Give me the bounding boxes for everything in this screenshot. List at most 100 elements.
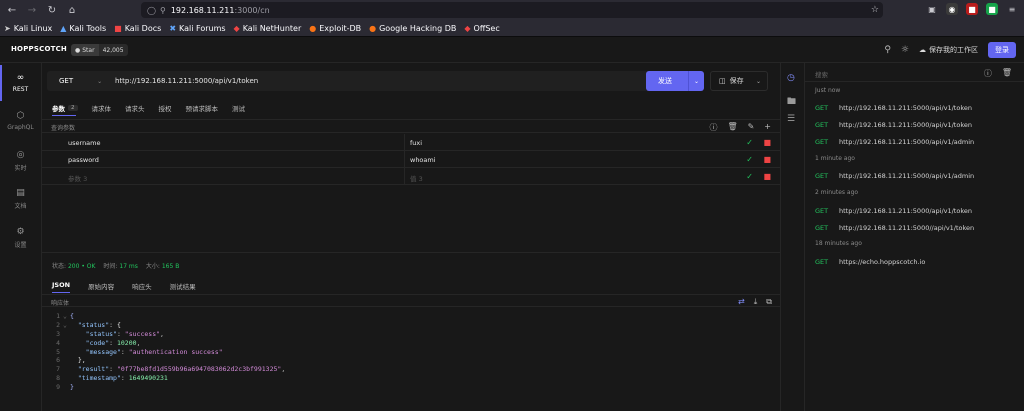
kali-forums-icon: ✖ bbox=[169, 24, 177, 33]
history-item[interactable]: GET http://192.168.11.211:5000/api/v1/adm… bbox=[815, 172, 974, 180]
nav-realtime[interactable]: ◎ 实时 bbox=[0, 150, 41, 172]
trash-icon[interactable]: ■ bbox=[763, 138, 771, 147]
send-options-chevron-icon[interactable]: ⌄ bbox=[688, 71, 704, 91]
nav-rest[interactable]: ∞ REST bbox=[0, 73, 41, 93]
bookmark-kali-linux[interactable]: ➤ Kali Linux bbox=[4, 24, 52, 33]
chevron-down-icon[interactable]: ⌄ bbox=[756, 78, 761, 85]
save-workspace-button[interactable]: ☁ 保存我的工作区 bbox=[919, 45, 978, 55]
tab-params[interactable]: 参数 2 bbox=[52, 103, 78, 113]
bookmark-offsec[interactable]: ◆ OffSec bbox=[464, 24, 499, 33]
tab-headers[interactable]: 请求头 bbox=[125, 103, 145, 113]
request-bar: GET ⌄ http://192.168.11.211:5000/api/v1/t… bbox=[47, 71, 684, 91]
active-tab-underline bbox=[52, 292, 70, 293]
history-item[interactable]: GET http://192.168.11.211:5000/api/v1/adm… bbox=[815, 138, 974, 146]
param-key-input[interactable]: username bbox=[68, 139, 101, 147]
help-icon[interactable]: ⓘ bbox=[984, 68, 992, 79]
trash-icon[interactable]: 🗑 bbox=[1002, 68, 1012, 79]
check-circle-icon[interactable]: ✓ bbox=[746, 138, 753, 147]
tab-test-results[interactable]: 测试结果 bbox=[170, 281, 196, 291]
pocket-icon[interactable]: ▣ bbox=[926, 3, 938, 15]
code-line: 6 }, bbox=[56, 356, 86, 365]
support-icon[interactable]: ☼ bbox=[901, 45, 909, 55]
insecure-lock-icon[interactable]: ⚲ bbox=[160, 6, 166, 15]
save-button[interactable]: ◫ 保存 ⌄ bbox=[710, 71, 768, 91]
history-item[interactable]: GET https://echo.hoppscotch.io bbox=[815, 258, 925, 266]
menu-icon[interactable]: ≡ bbox=[1006, 3, 1018, 15]
tab-pre-request-script[interactable]: 预请求脚本 bbox=[186, 103, 219, 113]
home-icon[interactable]: ⌂ bbox=[64, 3, 80, 19]
history-search-input[interactable]: 搜索 bbox=[815, 69, 828, 79]
extension-red-icon[interactable]: ■ bbox=[966, 3, 978, 15]
bookmark-kali-tools[interactable]: ▲ Kali Tools bbox=[60, 24, 106, 33]
param-key-input[interactable]: 参数 3 bbox=[68, 173, 87, 183]
check-circle-icon[interactable]: ✓ bbox=[746, 155, 753, 164]
param-value-input[interactable]: 值 3 bbox=[410, 173, 423, 183]
history-panel: 搜索 ⓘ 🗑 Just now GET http://192.168.11.211… bbox=[805, 63, 1024, 411]
add-icon[interactable]: + bbox=[764, 122, 771, 133]
bookmarks-toolbar: ➤ Kali Linux ▲ Kali Tools ■ Kali Docs ✖ Kali… bbox=[0, 21, 1024, 37]
edit-icon[interactable]: ✎ bbox=[748, 122, 755, 133]
history-item[interactable]: GET http://192.168.11.211:5000//api/v1/to… bbox=[815, 224, 974, 232]
tab-raw[interactable]: 原始内容 bbox=[88, 281, 114, 291]
code-line: 8 "timestamp": 1649490231 bbox=[56, 374, 168, 383]
history-item[interactable]: GET http://192.168.11.211:5000/api/v1/tok… bbox=[815, 104, 972, 112]
login-button[interactable]: 登录 bbox=[988, 42, 1016, 58]
panel-divider[interactable] bbox=[42, 252, 780, 253]
history-clock-icon[interactable]: ◷ bbox=[787, 73, 795, 83]
history-item[interactable]: GET http://192.168.11.211:5000/api/v1/tok… bbox=[815, 207, 972, 215]
nav-graphql[interactable]: ⬡ GraphQL bbox=[0, 111, 41, 131]
github-star-badge[interactable]: ● Star 42,005 bbox=[71, 44, 128, 56]
bookmark-star-icon[interactable]: ☆ bbox=[871, 5, 879, 15]
cloud-upload-icon: ☁ bbox=[919, 46, 926, 54]
nav-docs[interactable]: ▤ 文档 bbox=[0, 188, 41, 210]
download-icon[interactable]: ⤓ bbox=[754, 297, 758, 307]
graphql-icon: ⬡ bbox=[16, 111, 25, 121]
trash-icon[interactable]: ■ bbox=[763, 172, 771, 181]
nav-settings[interactable]: ⚙ 设置 bbox=[0, 227, 41, 249]
reload-icon[interactable]: ↻ bbox=[44, 3, 60, 19]
tab-auth[interactable]: 授权 bbox=[159, 103, 172, 113]
bookmark-kali-forums[interactable]: ✖ Kali Forums bbox=[169, 24, 225, 33]
send-button[interactable]: 发送 ⌄ bbox=[646, 71, 704, 91]
tab-json[interactable]: JSON bbox=[52, 281, 70, 291]
copy-icon[interactable]: ⧉ bbox=[766, 297, 772, 307]
tab-body[interactable]: 请求体 bbox=[92, 103, 112, 113]
param-row: username fuxi ✓ ■ bbox=[42, 134, 780, 151]
gear-icon: ⚙ bbox=[16, 227, 25, 237]
param-value-input[interactable]: fuxi bbox=[410, 139, 422, 147]
history-group-label: 2 minutes ago bbox=[815, 189, 859, 196]
response-meta: 状态: 200 • OK 时间: 17 ms 大小: 165 B bbox=[52, 263, 180, 270]
folder-icon[interactable]: 🖿 bbox=[787, 94, 796, 110]
wrap-lines-icon[interactable]: ⇄ bbox=[738, 297, 745, 307]
bookmark-kali-docs[interactable]: ■ Kali Docs bbox=[114, 24, 161, 33]
forward-icon[interactable]: → bbox=[24, 3, 40, 19]
bookmark-google-hacking-db[interactable]: ● Google Hacking DB bbox=[369, 24, 456, 33]
url-path: :3000/cn bbox=[234, 5, 270, 15]
brand-logo[interactable]: HOPPSCOTCH bbox=[11, 45, 67, 53]
bookmark-exploit-db[interactable]: ● Exploit-DB bbox=[309, 24, 361, 33]
response-body-header: 响应体 ⇄ ⤓ ⧉ bbox=[42, 294, 780, 307]
tab-tests[interactable]: 测试 bbox=[232, 103, 245, 113]
shield-icon: ◯ bbox=[147, 5, 156, 15]
back-icon[interactable]: ← bbox=[4, 3, 20, 19]
history-item[interactable]: GET http://192.168.11.211:5000/api/v1/tok… bbox=[815, 121, 972, 129]
extension-shield-icon[interactable]: ◉ bbox=[946, 3, 958, 15]
json-viewer[interactable]: 1 ⌄{ 2 ⌄ "status": { 3 "status": "success"… bbox=[42, 312, 780, 392]
bookmark-kali-nethunter[interactable]: ◆ Kali NetHunter bbox=[234, 24, 302, 33]
params-title: 查询参数 bbox=[51, 125, 76, 132]
code-line: 4 "code": 10200, bbox=[56, 338, 141, 347]
url-input[interactable]: http://192.168.11.211:5000/api/v1/token bbox=[107, 77, 258, 85]
method-select[interactable]: GET ⌄ bbox=[47, 77, 107, 85]
layers-icon[interactable]: ☰ bbox=[787, 114, 795, 124]
help-icon[interactable]: ⓘ bbox=[709, 122, 717, 133]
trash-icon[interactable]: 🗑 bbox=[727, 122, 737, 133]
trash-icon[interactable]: ■ bbox=[763, 155, 771, 164]
tab-response-headers[interactable]: 响应头 bbox=[132, 281, 152, 291]
param-key-input[interactable]: password bbox=[68, 156, 99, 164]
address-bar[interactable]: ◯ ⚲ 192.168.11.211:3000/cn ☆ bbox=[141, 2, 883, 18]
check-circle-icon[interactable]: ✓ bbox=[746, 172, 753, 181]
search-icon[interactable]: ⚲ bbox=[884, 45, 891, 55]
size-value: 165 B bbox=[161, 263, 180, 270]
param-value-input[interactable]: whoami bbox=[410, 156, 436, 164]
extension-green-icon[interactable]: ■ bbox=[986, 3, 998, 15]
